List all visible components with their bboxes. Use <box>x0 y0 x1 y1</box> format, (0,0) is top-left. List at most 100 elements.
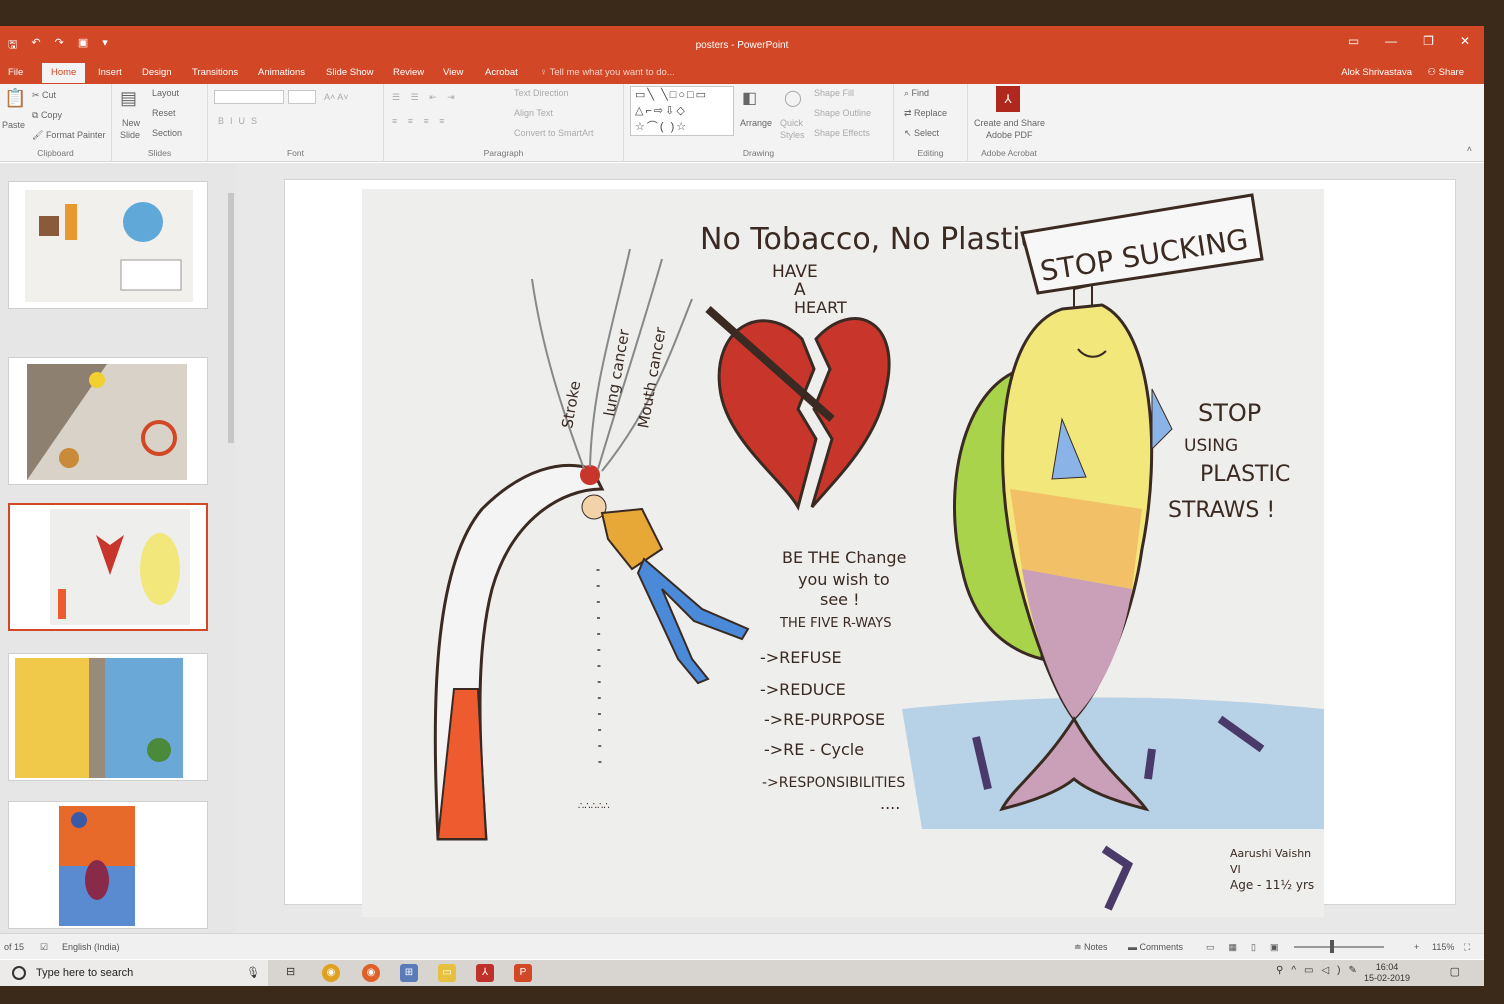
tab-acrobat[interactable]: Acrobat <box>485 67 518 78</box>
task-view-icon[interactable]: ⊟ <box>286 965 295 978</box>
group-clipboard: 📋 Paste ✂ Cut ⧉ Copy 🖌 Format Painter Cl… <box>0 84 112 162</box>
replace-button[interactable]: ⇄ Replace <box>904 108 947 119</box>
tab-file[interactable]: File <box>8 67 23 78</box>
replace-icon: ⇄ <box>904 108 915 118</box>
firefox-icon[interactable]: ◉ <box>362 964 380 982</box>
search-placeholder: Type here to search <box>36 967 134 979</box>
quick-styles-button[interactable]: Quick <box>780 118 803 128</box>
fit-slide-icon[interactable]: ⛶ <box>1464 942 1470 953</box>
tab-review[interactable]: Review <box>393 67 424 78</box>
comments-button[interactable]: ▬ Comments <box>1128 942 1183 952</box>
create-share-pdf-button[interactable]: Create and Share <box>974 118 1045 128</box>
arrange-button[interactable]: Arrange <box>740 118 772 128</box>
restore-icon[interactable]: ❐ <box>1423 34 1434 48</box>
group-label: Paragraph <box>483 148 524 158</box>
smoke-word-stroke: Stroke <box>558 379 584 429</box>
water-area <box>902 697 1324 829</box>
slide-thumbnail-2[interactable] <box>8 357 208 485</box>
tab-slide-show[interactable]: Slide Show <box>326 67 374 78</box>
tell-me-search[interactable]: ♀ Tell me what you want to do... <box>540 67 675 78</box>
copy-icon: ⧉ <box>32 110 41 120</box>
slide-thumbnail-3-selected[interactable] <box>8 503 208 631</box>
acrobat-reader-icon[interactable]: ⅄ <box>476 964 494 982</box>
chrome-icon[interactable]: ◉ <box>322 964 340 982</box>
zoom-in-icon[interactable]: + <box>1414 942 1419 952</box>
layout-button[interactable]: Layout <box>152 88 179 98</box>
file-explorer-icon[interactable]: ▭ <box>438 964 456 982</box>
system-tray-icons[interactable]: ⚲^▭◁)✎ <box>1276 965 1365 976</box>
ribbon-display-options-icon[interactable]: ▭ <box>1348 34 1359 48</box>
tab-home[interactable]: Home <box>42 63 86 83</box>
convert-smartart-button[interactable]: Convert to SmartArt <box>514 128 594 138</box>
align-text-button[interactable]: Align Text <box>514 108 553 118</box>
font-size-box[interactable] <box>288 90 316 104</box>
thumbnail-drawing <box>25 190 193 302</box>
select-button[interactable]: ↖ Select <box>904 128 939 139</box>
section-button[interactable]: Section <box>152 128 182 138</box>
shape-effects-button[interactable]: Shape Effects <box>814 128 870 138</box>
shape-outline-button[interactable]: Shape Outline <box>814 108 871 118</box>
paste-button[interactable]: Paste <box>2 120 25 130</box>
cut-button[interactable]: ✂ Cut <box>32 90 56 101</box>
group-label: Editing <box>917 148 944 158</box>
stop-using-line: PLASTIC <box>1200 462 1290 487</box>
find-button[interactable]: ⌕ Find <box>904 88 929 99</box>
paste-icon[interactable]: 📋 <box>4 88 26 109</box>
format-painter-button[interactable]: 🖌 Format Painter <box>32 130 105 141</box>
tab-transitions[interactable]: Transitions <box>192 67 238 78</box>
collapse-ribbon-icon[interactable]: ˄ <box>1467 144 1472 154</box>
zoom-slider[interactable] <box>1294 946 1384 948</box>
poster-drawing: Stroke lung cancer Mouth cancer ∴∴∴∴∴ No… <box>433 193 1324 911</box>
font-name-box[interactable] <box>214 90 284 104</box>
slide-thumbnail-5[interactable] <box>8 801 208 929</box>
text-direction-button[interactable]: Text Direction <box>514 88 569 98</box>
arrange-icon[interactable]: ◧ <box>742 88 757 108</box>
tab-view[interactable]: View <box>443 67 463 78</box>
copy-button[interactable]: ⧉ Copy <box>32 110 62 121</box>
group-editing: ⌕ Find ⇄ Replace ↖ Select Editing <box>894 84 968 162</box>
language-indicator[interactable]: English (India) <box>62 942 120 952</box>
slide-thumbnail-1[interactable] <box>8 181 208 309</box>
group-adobe-acrobat: ⅄ Create and Share Adobe PDF Adobe Acrob… <box>968 84 1050 162</box>
shapes-gallery[interactable]: ▭╲ ╲□○□▭ △⌐⇨⇩◇ ☆⌒( )☆ <box>630 86 734 136</box>
network-app-icon[interactable]: ⊞ <box>400 964 418 982</box>
stop-using-line: STRAWS ! <box>1168 498 1275 523</box>
search-icon: ⌕ <box>904 88 912 98</box>
action-center-icon[interactable]: ▢ <box>1450 965 1460 978</box>
title-bar: 🖫 ↶ ↷ ▣ ▾ posters - PowerPoint ▭ — ❐ ✕ <box>0 26 1484 62</box>
zoom-slider-thumb[interactable] <box>1330 940 1334 953</box>
spell-check-icon[interactable]: ☑ <box>40 942 48 953</box>
view-buttons[interactable]: ▭▦▯▣ <box>1206 942 1292 953</box>
powerpoint-taskbar-icon[interactable]: P <box>514 964 532 982</box>
font-grow-icon[interactable]: A˄ A˅ <box>324 92 349 102</box>
new-slide-button[interactable]: New <box>122 118 140 128</box>
ash-pile: ∴∴∴∴∴ <box>578 801 610 812</box>
user-name[interactable]: Alok Shrivastava <box>1341 67 1412 78</box>
tab-insert[interactable]: Insert <box>98 67 122 78</box>
shape-fill-button[interactable]: Shape Fill <box>814 88 854 98</box>
zoom-level[interactable]: 115% <box>1432 942 1454 952</box>
fish-gill-fin <box>1151 388 1173 451</box>
close-icon[interactable]: ✕ <box>1460 34 1470 48</box>
brush-icon: 🖌 <box>32 130 46 140</box>
adobe-pdf-icon[interactable]: ⅄ <box>996 86 1020 112</box>
clock[interactable]: 16:04 15-02-2019 <box>1364 962 1410 984</box>
notes-button[interactable]: ≐ Notes <box>1074 942 1108 953</box>
slide-thumbnail-4[interactable] <box>8 653 208 781</box>
align-icons[interactable]: ≡ ≡ ≡ ≡ <box>392 116 449 126</box>
microphone-icon[interactable]: 🎙 <box>246 966 260 979</box>
list-icons[interactable]: ☰ ☰ ⇤ ⇥ <box>392 92 459 103</box>
thumbnails-scrollbar[interactable] <box>228 193 234 443</box>
share-button[interactable]: ⚇ Share <box>1427 67 1464 78</box>
artist-age: Age - 11½ yrs <box>1230 878 1314 892</box>
quick-styles-icon[interactable]: ◯ <box>784 88 802 108</box>
tab-animations[interactable]: Animations <box>258 67 305 78</box>
taskbar-search[interactable]: Type here to search 🎙 <box>0 960 268 986</box>
tab-design[interactable]: Design <box>142 67 172 78</box>
minimize-icon[interactable]: — <box>1385 34 1397 48</box>
reset-button[interactable]: Reset <box>152 108 176 118</box>
poster-image[interactable]: Stroke lung cancer Mouth cancer ∴∴∴∴∴ No… <box>362 189 1324 917</box>
font-format-icons[interactable]: BIUS <box>218 116 263 126</box>
new-slide-icon[interactable]: ▤ <box>120 88 137 109</box>
group-label: Clipboard <box>37 148 74 158</box>
